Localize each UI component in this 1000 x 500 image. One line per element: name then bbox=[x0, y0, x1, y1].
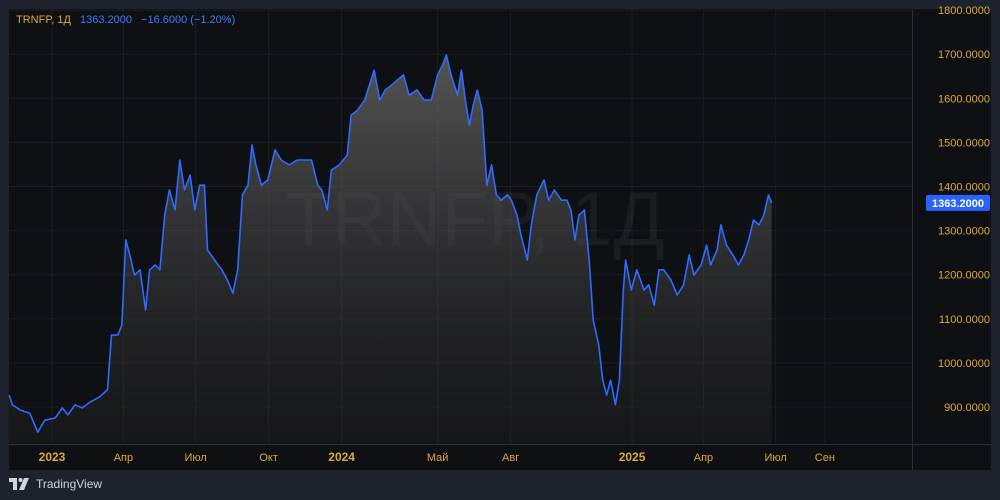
symbol-legend: TRNFP, 1Д 1363.2000 −16.6000 (−1.20%) bbox=[16, 14, 235, 26]
last-price-badge: 1363.2000 bbox=[926, 194, 990, 211]
price-tick-label: 1500.0000 bbox=[938, 137, 990, 149]
price-tick-label: 1700.0000 bbox=[938, 49, 990, 61]
time-axis[interactable] bbox=[9, 444, 991, 470]
time-tick-label: Авг bbox=[502, 452, 519, 464]
last-price: 1363.2000 bbox=[80, 14, 132, 26]
last-price-label: 1363.2000 bbox=[932, 198, 984, 210]
time-tick-label: 2023 bbox=[39, 450, 66, 464]
brand-name: TradingView bbox=[36, 477, 103, 491]
time-tick-label: Сен bbox=[815, 452, 835, 464]
price-chart[interactable]: TRNFP, 1Д 900.0000 1000.0000 1100.0000 1200… bbox=[0, 0, 1000, 500]
time-tick-label: Июл bbox=[765, 452, 787, 464]
time-tick-label: Май bbox=[427, 452, 449, 464]
price-tick-label: 900.0000 bbox=[944, 402, 990, 414]
time-tick-label: Апр bbox=[114, 452, 133, 464]
tradingview-logo[interactable]: TradingView bbox=[9, 477, 102, 491]
price-tick-label: 1400.0000 bbox=[938, 182, 990, 194]
price-tick-label: 1100.0000 bbox=[939, 314, 990, 326]
price-tick-label: 1600.0000 bbox=[938, 93, 990, 105]
price-tick-label: 1800.0000 bbox=[938, 5, 990, 17]
price-tick-label: 1000.0000 bbox=[938, 358, 990, 370]
time-tick-label: 2024 bbox=[328, 450, 355, 464]
price-change: −16.6000 (−1.20%) bbox=[141, 14, 236, 26]
symbol-name: TRNFP, 1Д bbox=[16, 14, 71, 26]
time-tick-label: Июл bbox=[184, 452, 206, 464]
price-tick-label: 1300.0000 bbox=[938, 226, 990, 238]
price-tick-label: 1200.0000 bbox=[938, 270, 990, 282]
time-tick-label: Окт bbox=[259, 452, 278, 464]
time-tick-label: 2025 bbox=[619, 450, 646, 464]
tradingview-logo-icon bbox=[9, 478, 29, 490]
time-tick-label: Апр bbox=[694, 452, 713, 464]
